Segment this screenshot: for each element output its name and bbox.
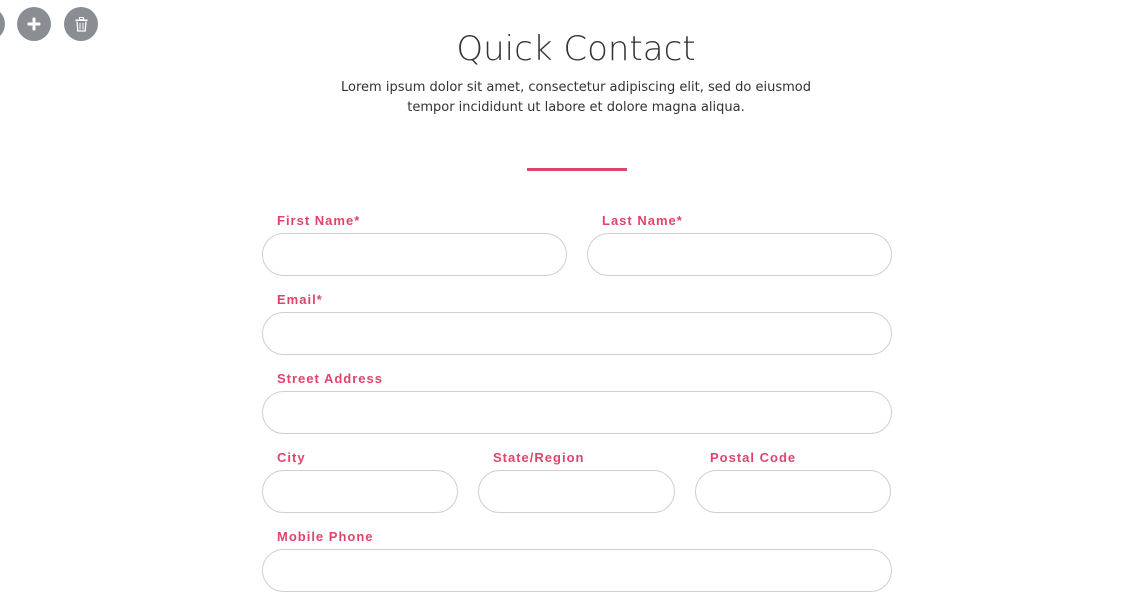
page-title: Quick Contact bbox=[456, 29, 696, 69]
email-label: Email* bbox=[277, 292, 323, 307]
mobile-phone-input[interactable] bbox=[262, 549, 892, 592]
city-label: City bbox=[277, 450, 306, 465]
state-region-input[interactable] bbox=[478, 470, 675, 513]
postal-code-label: Postal Code bbox=[710, 450, 797, 465]
title-divider bbox=[527, 168, 627, 171]
first-name-input[interactable] bbox=[262, 233, 567, 276]
street-address-label: Street Address bbox=[277, 371, 383, 386]
street-address-input[interactable] bbox=[262, 391, 892, 434]
state-region-label: State/Region bbox=[493, 450, 585, 465]
first-name-label: First Name* bbox=[277, 213, 361, 228]
last-name-label: Last Name* bbox=[602, 213, 683, 228]
email-input[interactable] bbox=[262, 312, 892, 355]
postal-code-input[interactable] bbox=[695, 470, 891, 513]
mobile-phone-label: Mobile Phone bbox=[277, 529, 374, 544]
page-subtitle: Lorem ipsum dolor sit amet, consectetur … bbox=[341, 80, 811, 115]
city-input[interactable] bbox=[262, 470, 458, 513]
last-name-input[interactable] bbox=[587, 233, 892, 276]
